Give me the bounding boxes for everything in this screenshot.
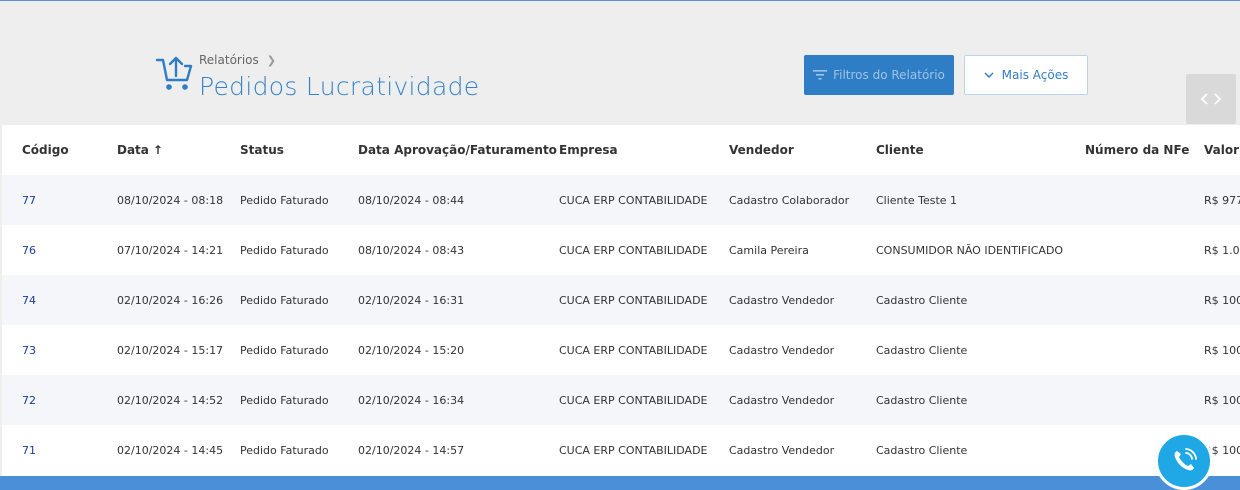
cell-total-value: R$ 100,00 (1204, 375, 1240, 425)
page-title: Pedidos Lucratividade (199, 72, 480, 101)
order-code-link[interactable]: 73 (22, 344, 36, 357)
cell-code: 71 (2, 425, 117, 475)
chevron-down-icon (984, 72, 994, 78)
cell-status: Pedido Faturado (240, 225, 358, 275)
cell-approval-date: 08/10/2024 - 08:44 (358, 175, 559, 225)
phone-call-icon (1174, 448, 1197, 471)
sort-ascending-icon: ↑ (152, 143, 163, 157)
table-row[interactable]: 72 02/10/2024 - 14:52 Pedido Faturado 02… (2, 375, 1240, 425)
cell-client: Cadastro Cliente (876, 375, 1085, 425)
column-header-date-label: Data (117, 143, 149, 157)
order-code-link[interactable]: 76 (22, 244, 36, 257)
cell-client: Cliente Teste 1 (876, 175, 1085, 225)
cell-status: Pedido Faturado (240, 425, 358, 475)
cell-approval-date: 02/10/2024 - 15:20 (358, 325, 559, 375)
cell-total-value: R$ 100,00 (1204, 325, 1240, 375)
cell-client: Cadastro Cliente (876, 275, 1085, 325)
cell-company: CUCA ERP CONTABILIDADE (559, 425, 729, 475)
cell-code: 74 (2, 275, 117, 325)
code-toggle-button[interactable] (1186, 74, 1236, 124)
cell-code: 73 (2, 325, 117, 375)
cell-code: 76 (2, 225, 117, 275)
table-header-row: Código Data ↑ Status Data Aprovação/Fatur… (2, 125, 1240, 175)
cell-nfe-number (1085, 175, 1204, 225)
cell-client: Cadastro Cliente (876, 325, 1085, 375)
more-actions-button[interactable]: Mais Ações (964, 55, 1088, 95)
cell-total-value: R$ 100,00 (1204, 275, 1240, 325)
table-row[interactable]: 74 02/10/2024 - 16:26 Pedido Faturado 02… (2, 275, 1240, 325)
cell-nfe-number (1085, 325, 1204, 375)
cell-date: 07/10/2024 - 14:21 (117, 225, 240, 275)
orders-table-container: Código Data ↑ Status Data Aprovação/Fatur… (2, 125, 1240, 476)
filter-icon (813, 70, 828, 80)
column-header-total-value[interactable]: Valor Tot (1204, 125, 1240, 175)
cell-approval-date: 08/10/2024 - 08:43 (358, 225, 559, 275)
cell-status: Pedido Faturado (240, 275, 358, 325)
cell-nfe-number (1085, 225, 1204, 275)
orders-table: Código Data ↑ Status Data Aprovação/Fatur… (2, 125, 1240, 475)
order-code-link[interactable]: 72 (22, 394, 36, 407)
cell-date: 02/10/2024 - 14:45 (117, 425, 240, 475)
column-header-client[interactable]: Cliente (876, 125, 1085, 175)
cell-company: CUCA ERP CONTABILIDADE (559, 225, 729, 275)
cell-date: 02/10/2024 - 16:26 (117, 275, 240, 325)
cell-seller: Cadastro Vendedor (729, 425, 876, 475)
column-header-date[interactable]: Data ↑ (117, 125, 240, 175)
cell-code: 72 (2, 375, 117, 425)
cell-status: Pedido Faturado (240, 175, 358, 225)
cell-total-value: R$ 977,10 (1204, 175, 1240, 225)
breadcrumb-parent[interactable]: Relatórios (199, 53, 259, 67)
cell-seller: Camila Pereira (729, 225, 876, 275)
cart-upload-icon (155, 56, 193, 90)
code-brackets-icon (1200, 93, 1222, 105)
cell-status: Pedido Faturado (240, 375, 358, 425)
chevron-right-icon: ❯ (266, 53, 276, 67)
column-header-company[interactable]: Empresa (559, 125, 729, 175)
cell-nfe-number (1085, 375, 1204, 425)
cell-approval-date: 02/10/2024 - 16:31 (358, 275, 559, 325)
cell-status: Pedido Faturado (240, 325, 358, 375)
report-filters-button[interactable]: Filtros do Relatório (804, 55, 954, 95)
order-code-link[interactable]: 77 (22, 194, 36, 207)
column-header-seller[interactable]: Vendedor (729, 125, 876, 175)
cell-date: 02/10/2024 - 14:52 (117, 375, 240, 425)
cell-client: CONSUMIDOR NÃO IDENTIFICADO (876, 225, 1085, 275)
cell-total-value: R$ 1.028,5 (1204, 225, 1240, 275)
cell-date: 02/10/2024 - 15:17 (117, 325, 240, 375)
more-actions-label: Mais Ações (1001, 68, 1069, 82)
cell-seller: Cadastro Vendedor (729, 275, 876, 325)
order-code-link[interactable]: 71 (22, 444, 36, 457)
table-row[interactable]: 73 02/10/2024 - 15:17 Pedido Faturado 02… (2, 325, 1240, 375)
cell-client: Cadastro Cliente (876, 425, 1085, 475)
cell-seller: Cadastro Vendedor (729, 375, 876, 425)
order-code-link[interactable]: 74 (22, 294, 36, 307)
report-filters-label: Filtros do Relatório (833, 68, 945, 82)
cell-company: CUCA ERP CONTABILIDADE (559, 275, 729, 325)
cell-approval-date: 02/10/2024 - 14:57 (358, 425, 559, 475)
column-header-code[interactable]: Código (2, 125, 117, 175)
cell-date: 08/10/2024 - 08:18 (117, 175, 240, 225)
column-header-approval-date[interactable]: Data Aprovação/Faturamento (358, 125, 559, 175)
top-border (0, 0, 1240, 1)
cell-seller: Cadastro Colaborador (729, 175, 876, 225)
column-header-nfe-number[interactable]: Número da NFe (1085, 125, 1204, 175)
table-row[interactable]: 76 07/10/2024 - 14:21 Pedido Faturado 08… (2, 225, 1240, 275)
cell-nfe-number (1085, 275, 1204, 325)
cell-company: CUCA ERP CONTABILIDADE (559, 375, 729, 425)
table-row[interactable]: 71 02/10/2024 - 14:45 Pedido Faturado 02… (2, 425, 1240, 475)
cell-code: 77 (2, 175, 117, 225)
cell-approval-date: 02/10/2024 - 16:34 (358, 375, 559, 425)
bottom-bar (0, 476, 1240, 490)
cell-company: CUCA ERP CONTABILIDADE (559, 325, 729, 375)
contact-call-button[interactable] (1155, 432, 1213, 490)
table-row[interactable]: 77 08/10/2024 - 08:18 Pedido Faturado 08… (2, 175, 1240, 225)
column-header-status[interactable]: Status (240, 125, 358, 175)
cell-seller: Cadastro Vendedor (729, 325, 876, 375)
breadcrumb: Relatórios ❯ (199, 53, 276, 67)
cell-company: CUCA ERP CONTABILIDADE (559, 175, 729, 225)
